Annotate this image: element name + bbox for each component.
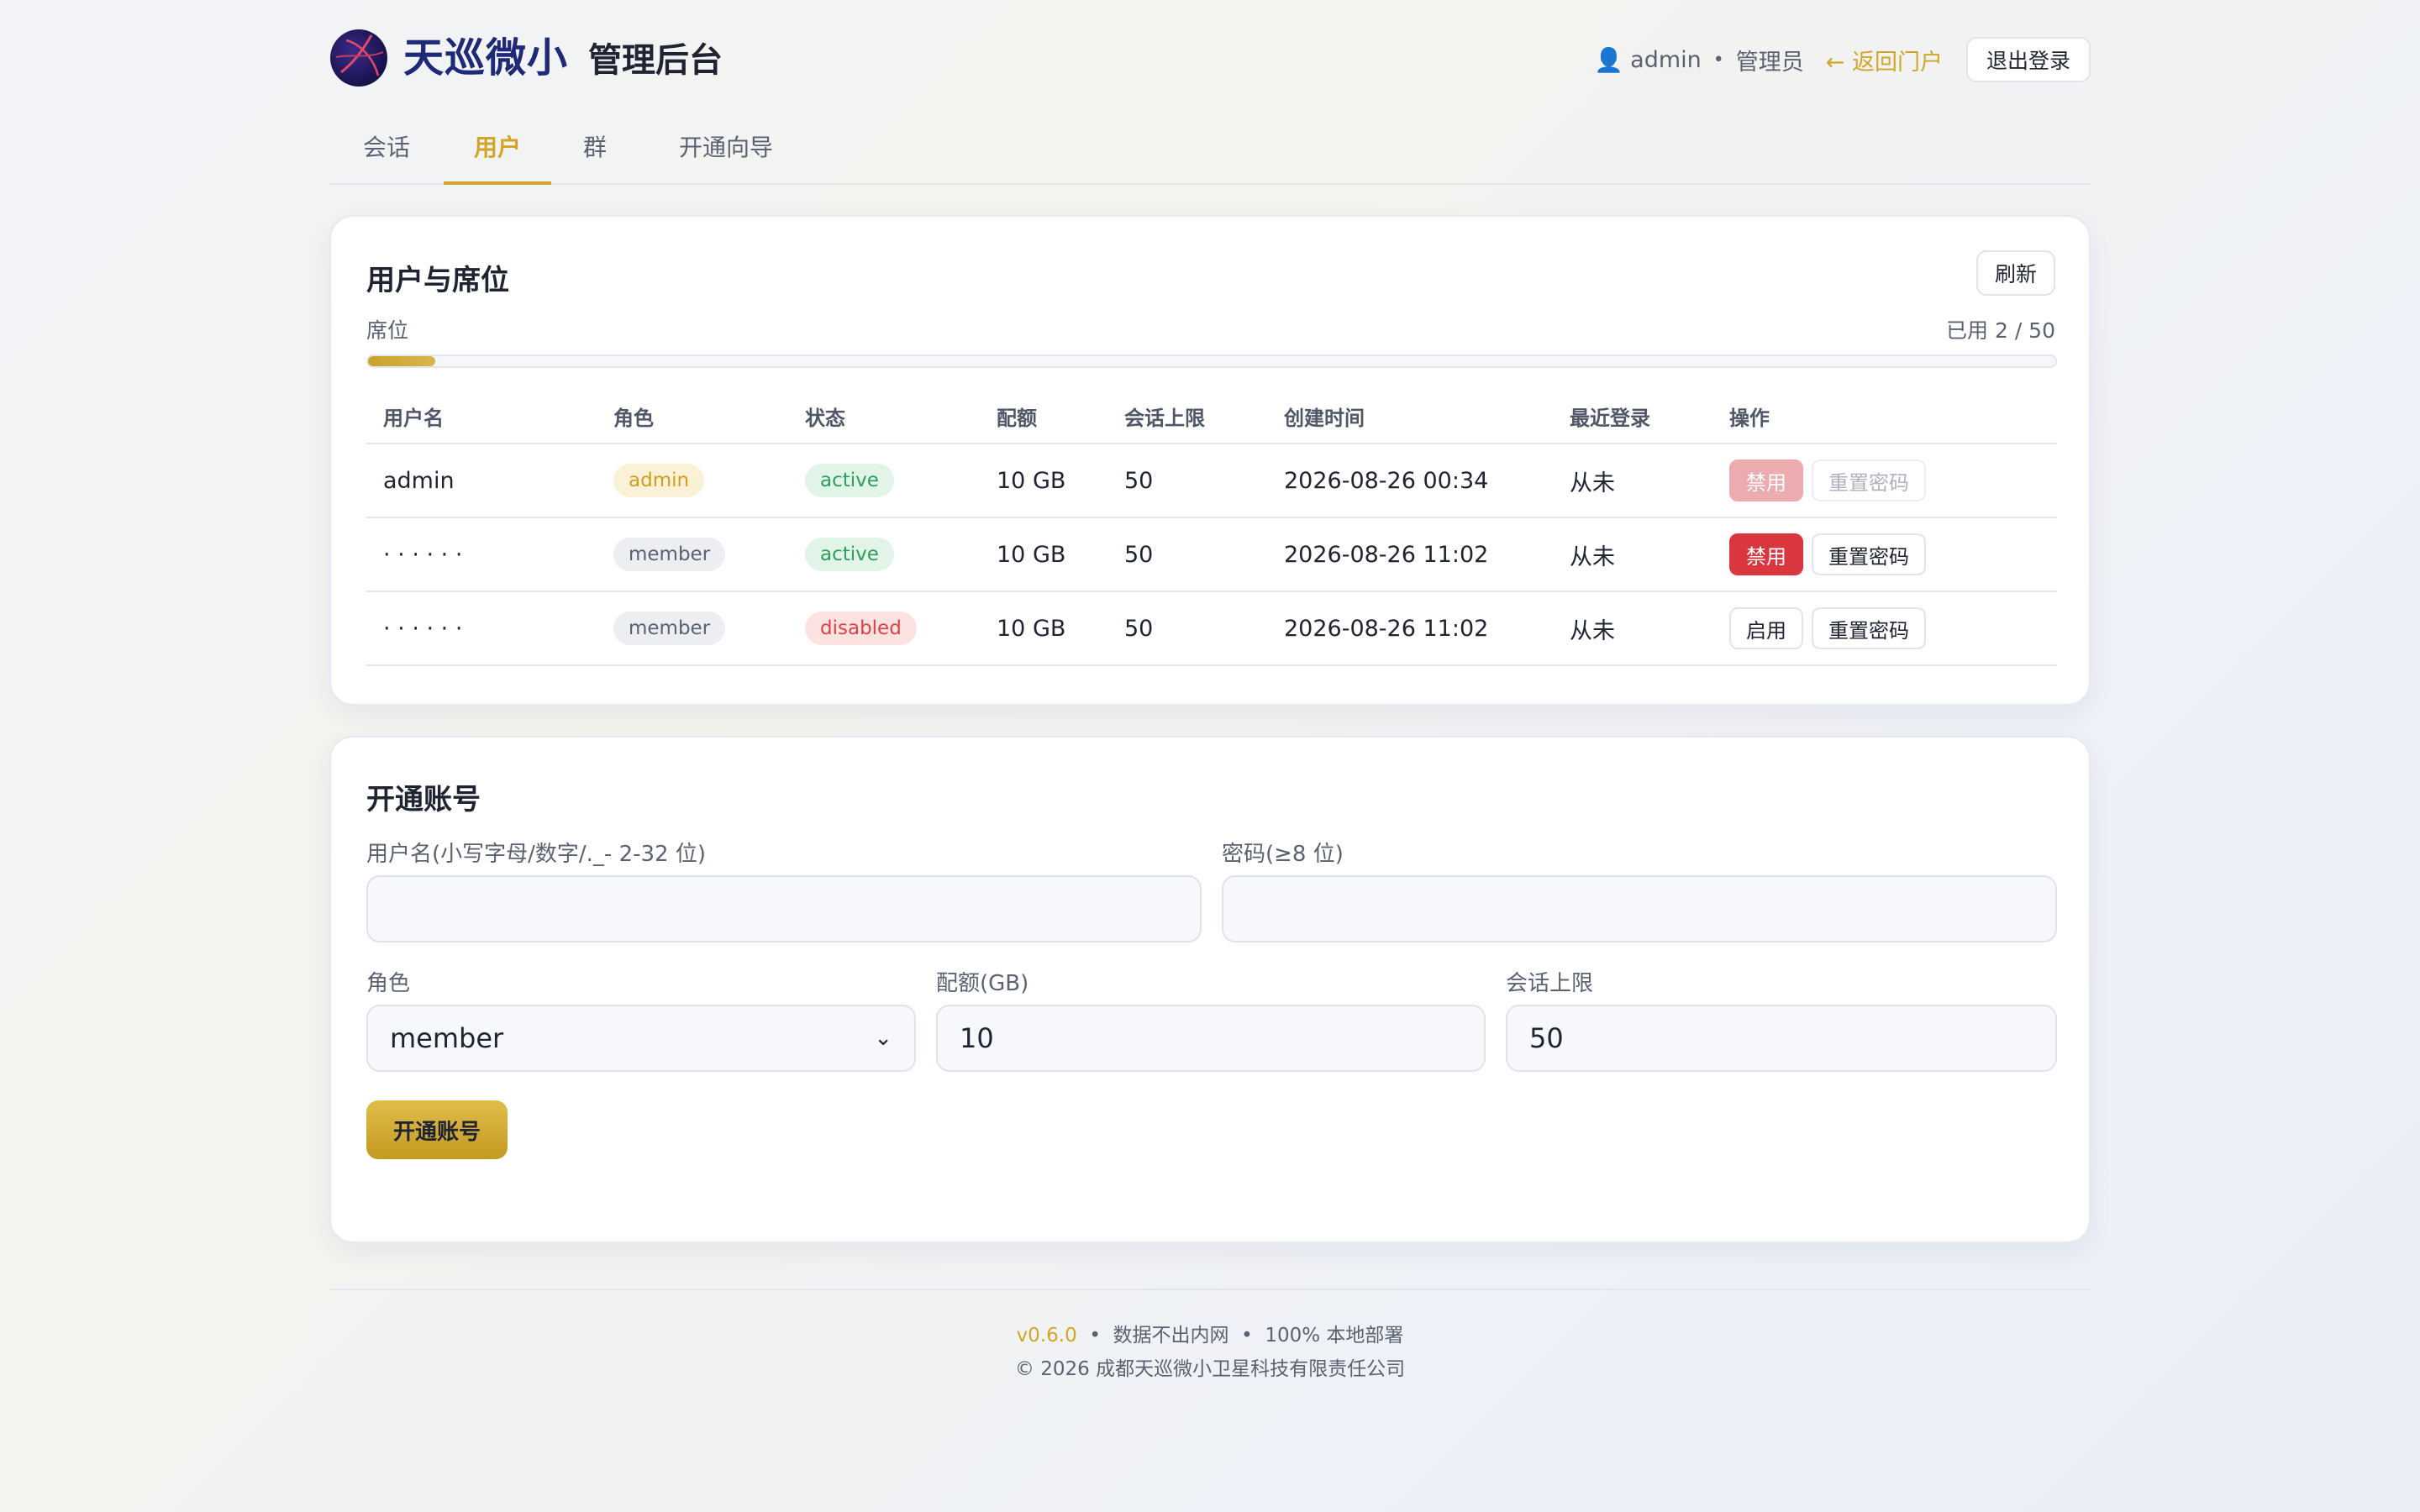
cell-username: admin	[366, 444, 597, 518]
seat-progress-fill	[368, 356, 436, 366]
col-header-status: 状态	[788, 390, 980, 444]
brand-logo-icon	[330, 29, 387, 87]
table-row: · · · · · · member disabled 10 GB 50 202…	[366, 591, 2057, 666]
cell-session-limit: 50	[1107, 591, 1267, 666]
separator-dot: •	[1712, 49, 1724, 71]
quota-label: 配额(GB)	[936, 971, 1029, 996]
app-root: 天巡微小 管理后台 👤 admin • 管理员 ← 返回门户 退出登录 会话 用…	[329, 0, 2091, 1380]
users-table: 用户名 角色 状态 配额 会话上限 创建时间 最近登录 操作 admin adm…	[366, 390, 2057, 666]
role-select-value: member	[390, 1022, 504, 1054]
col-header-quota: 配额	[980, 390, 1107, 444]
disable-user-button[interactable]: 禁用	[1729, 533, 1803, 575]
footer-note-intranet: 数据不出内网	[1113, 1325, 1229, 1347]
back-to-portal-link[interactable]: ← 返回门户	[1826, 44, 1943, 76]
cell-created: 2026-08-26 00:34	[1267, 444, 1553, 518]
copyright: © 2026 成都天巡微小卫星科技有限责任公司	[1014, 1358, 1406, 1380]
user-area: 👤 admin • 管理员 ← 返回门户 退出登录	[1594, 37, 2091, 82]
cell-username: · · · · · ·	[366, 517, 597, 592]
create-account-button[interactable]: 开通账号	[366, 1100, 508, 1159]
nav-tabs: 会话 用户 群 开通向导	[329, 121, 2091, 185]
refresh-button[interactable]: 刷新	[1975, 250, 2055, 296]
cell-session-limit: 50	[1107, 444, 1267, 518]
tab-users[interactable]: 用户	[444, 121, 551, 185]
create-card-title: 开通账号	[366, 783, 481, 816]
cell-quota: 10 GB	[980, 444, 1107, 518]
users-card-title: 用户与席位	[366, 264, 509, 297]
console-title: 管理后台	[588, 41, 723, 80]
chevron-down-icon: ⌄	[874, 1026, 892, 1051]
status-badge: active	[805, 464, 894, 497]
role-badge: admin	[613, 464, 705, 497]
cell-last-login: 从未	[1553, 517, 1712, 592]
seat-progress-bar	[366, 354, 2057, 368]
status-badge: disabled	[805, 612, 917, 645]
col-header-last-login: 最近登录	[1553, 390, 1712, 444]
tab-groups[interactable]: 群	[581, 121, 608, 185]
reset-password-button[interactable]: 重置密码	[1812, 459, 1926, 501]
username-input[interactable]	[366, 875, 1202, 942]
current-user-role: 管理员	[1735, 49, 1804, 76]
cell-last-login: 从未	[1553, 591, 1712, 666]
cell-session-limit: 50	[1107, 517, 1267, 592]
reset-password-button[interactable]: 重置密码	[1812, 607, 1926, 649]
col-header-session-limit: 会话上限	[1107, 390, 1267, 444]
role-select[interactable]: member ⌄	[366, 1005, 916, 1072]
col-header-role: 角色	[597, 390, 788, 444]
session-limit-label: 会话上限	[1506, 971, 1594, 996]
cell-created: 2026-08-26 11:02	[1267, 591, 1553, 666]
create-account-card: 开通账号 用户名(小写字母/数字/._- 2-32 位) 密码(≥8 位) 角色…	[329, 736, 2091, 1243]
footer-sep: •	[1241, 1325, 1253, 1347]
footer-note-local: 100% 本地部署	[1265, 1325, 1404, 1347]
enable-user-button[interactable]: 启用	[1729, 607, 1803, 649]
role-badge: member	[613, 538, 726, 571]
version-text: v0.6.0	[1016, 1325, 1077, 1347]
role-badge: member	[613, 612, 726, 645]
table-header-row: 用户名 角色 状态 配额 会话上限 创建时间 最近登录 操作	[366, 390, 2057, 444]
role-label: 角色	[366, 971, 411, 996]
col-header-created: 创建时间	[1267, 390, 1553, 444]
seat-label: 席位	[366, 318, 409, 343]
users-seats-card: 用户与席位 刷新 席位 已用 2 / 50 用户名 角色 状态 配额 会话上限 …	[329, 215, 2091, 706]
username-label: 用户名(小写字母/数字/._- 2-32 位)	[366, 842, 706, 867]
password-input[interactable]	[1222, 875, 2057, 942]
user-icon: 👤	[1594, 45, 1624, 74]
tab-setup-wizard[interactable]: 开通向导	[679, 121, 773, 185]
password-label: 密码(≥8 位)	[1222, 842, 1344, 867]
cell-created: 2026-08-26 11:02	[1267, 517, 1553, 592]
col-header-actions: 操作	[1712, 390, 2057, 444]
quota-input[interactable]	[936, 1005, 1486, 1072]
current-username: admin	[1630, 46, 1702, 73]
reset-password-button[interactable]: 重置密码	[1812, 533, 1926, 575]
cell-quota: 10 GB	[980, 517, 1107, 592]
tab-sessions[interactable]: 会话	[360, 121, 413, 185]
session-limit-input[interactable]	[1506, 1005, 2057, 1072]
top-header: 天巡微小 管理后台 👤 admin • 管理员 ← 返回门户 退出登录	[329, 0, 2091, 118]
brand-name: 天巡微小	[403, 34, 569, 81]
status-badge: active	[805, 538, 894, 571]
cell-last-login: 从未	[1553, 444, 1712, 518]
cell-quota: 10 GB	[980, 591, 1107, 666]
footer-info: v0.6.0 • 数据不出内网 • 100% 本地部署	[329, 1319, 2091, 1347]
footer-divider	[329, 1289, 2091, 1290]
col-header-username: 用户名	[366, 390, 597, 444]
table-row: · · · · · · member active 10 GB 50 2026-…	[366, 517, 2057, 592]
table-row: admin admin active 10 GB 50 2026-08-26 0…	[366, 444, 2057, 518]
cell-username: · · · · · ·	[366, 591, 597, 666]
logout-button[interactable]: 退出登录	[1965, 37, 2091, 82]
seat-usage-text: 已用 2 / 50	[1946, 318, 2055, 343]
footer-sep: •	[1089, 1325, 1101, 1347]
disable-user-button[interactable]: 禁用	[1729, 459, 1803, 501]
